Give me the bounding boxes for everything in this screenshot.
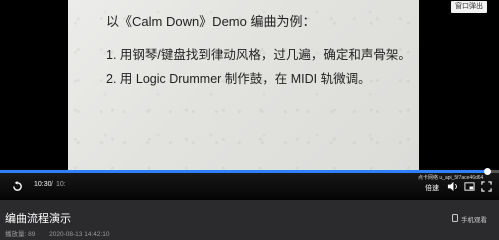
volume-icon[interactable] [447,181,458,195]
player-controls: 10:30 / 10: 点卡网络 u_api_5f7ace46d64 倍速 [0,168,499,200]
play-count: 播放量: 89 [5,231,36,238]
watch-on-phone-button[interactable]: 手机观看 [452,214,487,224]
slide-line-2: 2. 用 Logic Drummer 制作鼓，在 MIDI 轨微调。 [106,72,371,86]
slide-title: 以《Calm Down》Demo 编曲为例： [106,14,316,29]
publish-date: 2020-08-13 14:42:10 [49,231,110,238]
fullscreen-icon[interactable] [481,181,492,195]
time-separator: / [51,181,53,188]
watch-on-phone-label: 手机观看 [461,217,487,224]
progress-bar[interactable] [0,168,499,175]
video-frame: 以《Calm Down》Demo 编曲为例： 1. 用钢琴/键盘找到律动风格，过… [68,0,419,170]
slide-line-1: 1. 用钢琴/键盘找到律动风格，过几遍，确定和声骨架。 [106,48,411,62]
video-title: 编曲流程演示 [5,213,71,225]
popout-window-button[interactable]: 窗口弹出 [451,1,487,13]
progress-fill [0,170,487,173]
video-info: 编曲流程演示 播放量: 89 2020-08-13 14:42:10 手机观看 [0,200,499,240]
phone-icon [452,214,458,224]
video-meta: 播放量: 89 2020-08-13 14:42:10 [5,228,122,238]
total-time: 10: [56,181,66,188]
current-time: 10:30 [34,181,52,188]
replay-icon[interactable] [12,181,23,195]
picture-in-picture-icon[interactable] [464,181,475,195]
speed-button[interactable]: 倍速 [425,183,439,193]
video-player[interactable]: 以《Calm Down》Demo 编曲为例： 1. 用钢琴/键盘找到律动风格，过… [0,0,499,200]
watermark-text: 点卡网络 u_api_5f7ace46d64 [418,175,484,181]
